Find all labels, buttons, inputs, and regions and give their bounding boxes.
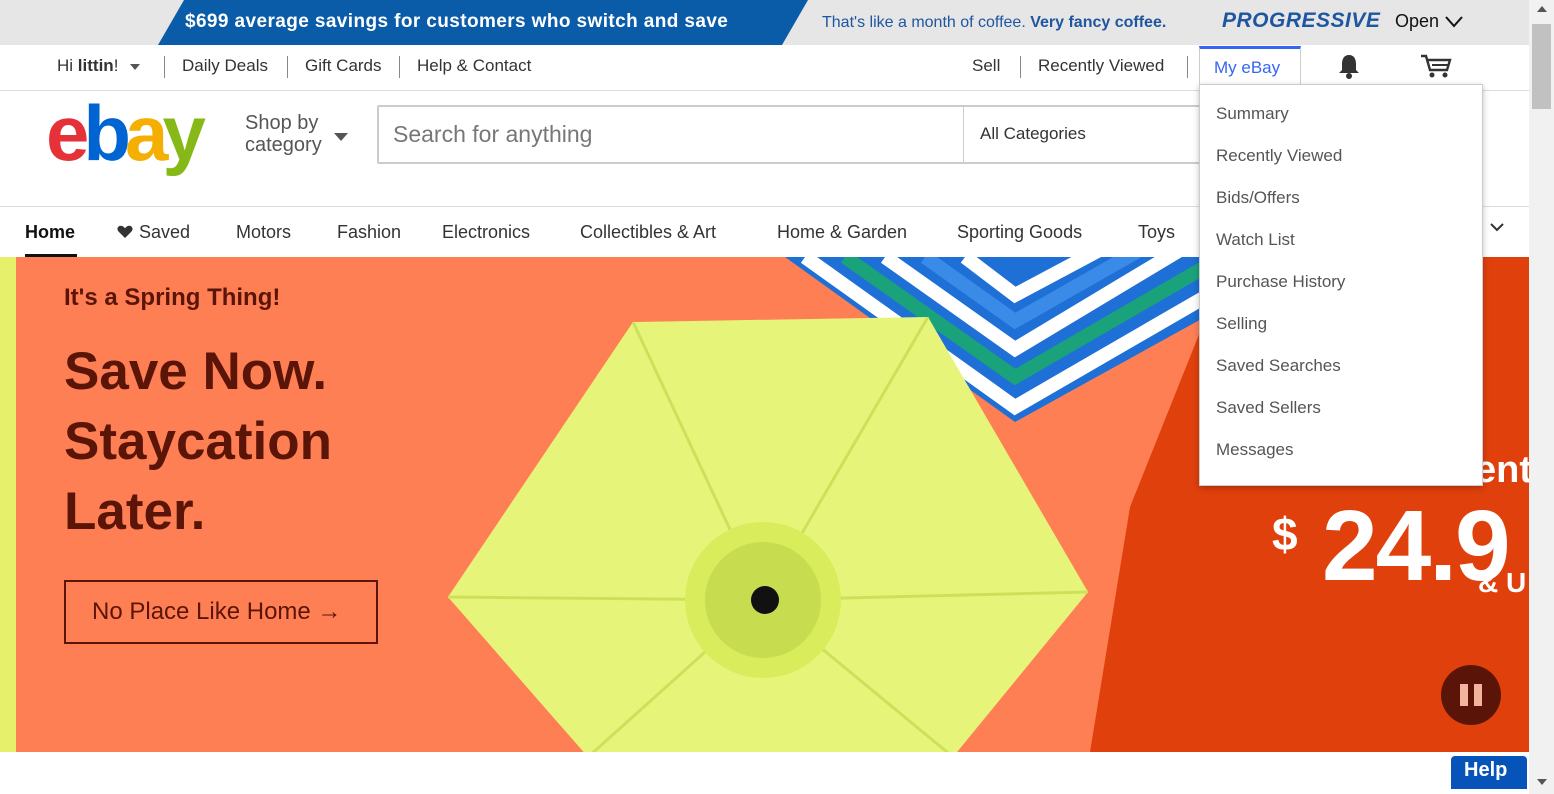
cat-home[interactable]: Home — [25, 222, 75, 243]
ad-banner[interactable]: $699 average savings for customers who s… — [0, 0, 1529, 45]
menu-item-recently-viewed[interactable]: Recently Viewed — [1216, 146, 1342, 166]
recently-viewed-link[interactable]: Recently Viewed — [1038, 56, 1164, 76]
cat-fashion[interactable]: Fashion — [337, 222, 401, 243]
logo-letter-e: e — [46, 89, 89, 177]
menu-item-saved-sellers[interactable]: Saved Sellers — [1216, 398, 1321, 418]
divider — [399, 56, 400, 78]
ad-tagline: That's like a month of coffee. Very fanc… — [822, 14, 1166, 32]
my-ebay-tab[interactable]: My eBay — [1199, 46, 1301, 85]
page-scrollbar[interactable] — [1529, 0, 1554, 794]
hero-side-strip — [0, 257, 16, 752]
heart-icon — [117, 225, 133, 238]
caret-down-icon[interactable] — [334, 133, 348, 141]
hero-kicker: It's a Spring Thing! — [64, 284, 281, 311]
divider — [1187, 56, 1188, 78]
divider — [287, 56, 288, 78]
divider — [1020, 56, 1021, 78]
scroll-down-arrow-icon[interactable] — [1537, 779, 1547, 785]
user-greeting[interactable]: Hi littin! — [57, 56, 141, 76]
greeting-suffix: ! — [113, 56, 119, 75]
menu-item-messages[interactable]: Messages — [1216, 440, 1293, 460]
ad-open-label: Open — [1395, 11, 1440, 31]
gift-cards-link[interactable]: Gift Cards — [305, 56, 382, 76]
daily-deals-link[interactable]: Daily Deals — [182, 56, 268, 76]
shop-by-line2: category — [245, 134, 322, 156]
search-box: All Categories — [377, 105, 1207, 164]
my-ebay-dropdown: Summary Recently Viewed Bids/Offers Watc… — [1199, 84, 1483, 486]
cat-electronics[interactable]: Electronics — [442, 222, 530, 243]
ad-tagline-plain: That's like a month of coffee. — [822, 14, 1026, 31]
cat-toys[interactable]: Toys — [1138, 222, 1175, 243]
ad-open-button[interactable]: Open — [1395, 11, 1463, 32]
scroll-up-arrow-icon[interactable] — [1537, 6, 1547, 12]
help-contact-link[interactable]: Help & Contact — [417, 56, 531, 76]
price-suffix: & U — [1478, 567, 1527, 598]
caret-down-icon — [130, 63, 141, 70]
cat-motors[interactable]: Motors — [236, 222, 291, 243]
username: littin — [77, 56, 114, 75]
menu-item-purchase-history[interactable]: Purchase History — [1216, 272, 1345, 292]
ebay-logo[interactable]: ebay — [46, 93, 206, 173]
menu-item-summary[interactable]: Summary — [1216, 104, 1289, 124]
help-button[interactable]: Help — [1451, 756, 1527, 789]
ebay-page: $699 average savings for customers who s… — [0, 0, 1554, 794]
no-place-like-home-button[interactable]: No Place Like Home → — [64, 580, 378, 644]
logo-letter-y: y — [162, 89, 205, 177]
menu-item-saved-searches[interactable]: Saved Searches — [1216, 356, 1341, 376]
cart-icon[interactable] — [1420, 53, 1452, 79]
sell-link[interactable]: Sell — [972, 56, 1000, 76]
cat-saved[interactable]: Saved — [117, 222, 190, 243]
menu-item-selling[interactable]: Selling — [1216, 314, 1267, 334]
logo-letter-b: b — [83, 89, 131, 177]
divider — [164, 56, 165, 78]
greeting-prefix: Hi — [57, 56, 74, 75]
shop-by-category-button[interactable]: Shop by category — [245, 112, 322, 156]
shop-by-line1: Shop by — [245, 112, 319, 134]
price-symbol: $ — [1272, 508, 1298, 560]
pause-icon[interactable] — [1441, 665, 1501, 725]
bell-icon[interactable] — [1337, 53, 1361, 79]
ad-tagline-bold: Very fancy coffee. — [1030, 14, 1167, 31]
scrollbar-thumb[interactable] — [1532, 24, 1551, 109]
cat-sporting-goods[interactable]: Sporting Goods — [957, 222, 1082, 243]
chevron-down-icon — [1445, 15, 1463, 28]
cat-collectibles-art[interactable]: Collectibles & Art — [580, 222, 716, 243]
cat-home-garden[interactable]: Home & Garden — [777, 222, 907, 243]
search-input[interactable] — [379, 107, 963, 162]
green-umbrella-image — [448, 317, 1089, 752]
menu-item-watch-list[interactable]: Watch List — [1216, 230, 1295, 250]
hero-partial-text: ent — [1475, 449, 1529, 491]
ad-brand-logo: PROGRESSIVE — [1222, 9, 1381, 32]
category-select[interactable]: All Categories — [963, 107, 1207, 162]
menu-item-bids-offers[interactable]: Bids/Offers — [1216, 188, 1300, 208]
logo-letter-a: a — [125, 89, 168, 177]
ad-headline: $699 average savings for customers who s… — [185, 11, 729, 32]
hero-headline: Save Now. Staycation Later. — [64, 342, 333, 541]
cat-saved-label: Saved — [139, 222, 191, 242]
chevron-down-icon[interactable] — [1489, 221, 1505, 233]
